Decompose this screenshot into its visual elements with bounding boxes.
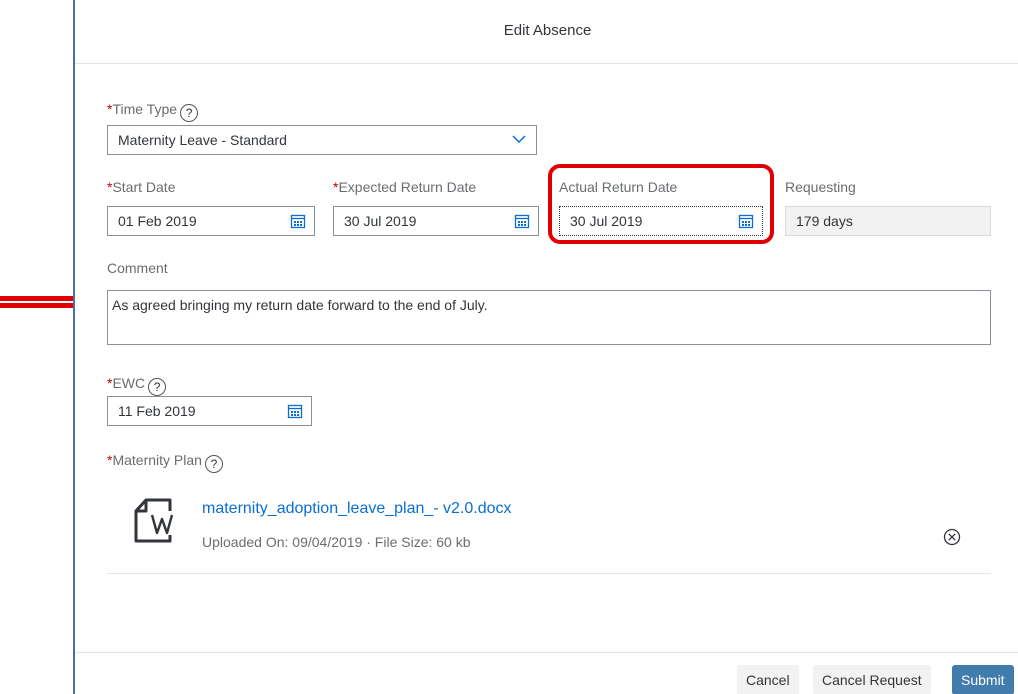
file-meta: Uploaded On: 09/04/2019 · File Size: 60 …	[202, 534, 471, 550]
calendar-icon[interactable]	[290, 213, 306, 229]
ewc-label: *EWC?	[107, 375, 167, 396]
comment-label: Comment	[107, 260, 168, 276]
start-date-input[interactable]: 01 Feb 2019	[107, 206, 315, 236]
maternity-plan-label: *Maternity Plan?	[107, 452, 223, 473]
divider	[107, 573, 991, 574]
cancel-button[interactable]: Cancel	[737, 665, 799, 694]
calendar-icon[interactable]	[287, 403, 303, 419]
cancel-request-button[interactable]: Cancel Request	[813, 665, 931, 694]
start-date-label: *Start Date	[107, 179, 176, 195]
requesting-label: Requesting	[785, 179, 856, 195]
chevron-down-icon[interactable]	[512, 134, 526, 144]
dialog-header: Edit Absence	[75, 0, 1018, 64]
help-icon[interactable]: ?	[148, 378, 167, 396]
submit-button[interactable]: Submit	[952, 665, 1014, 694]
expected-return-input[interactable]: 30 Jul 2019	[333, 206, 539, 236]
highlight-box	[548, 164, 774, 244]
dialog-footer: Cancel Cancel Request Submit	[75, 652, 1018, 694]
comment-textarea[interactable]: As agreed bringing my return date forwar…	[107, 290, 991, 345]
expected-return-label: *Expected Return Date	[333, 179, 477, 195]
file-link[interactable]: maternity_adoption_leave_plan_- v2.0.doc…	[202, 500, 512, 518]
requesting-value: 179 days	[785, 206, 991, 236]
help-icon[interactable]: ?	[180, 104, 199, 122]
ewc-input[interactable]: 11 Feb 2019	[107, 396, 312, 426]
word-document-icon	[134, 498, 180, 543]
edit-absence-dialog: Edit Absence *Time Type? Maternity Leave…	[73, 0, 1018, 694]
help-icon[interactable]: ?	[204, 455, 223, 473]
time-type-select[interactable]: Maternity Leave - Standard	[107, 125, 537, 155]
time-type-label: *Time Type?	[107, 101, 199, 122]
remove-icon[interactable]	[943, 528, 961, 546]
calendar-icon[interactable]	[514, 213, 530, 229]
dialog-title: Edit Absence	[503, 22, 592, 39]
